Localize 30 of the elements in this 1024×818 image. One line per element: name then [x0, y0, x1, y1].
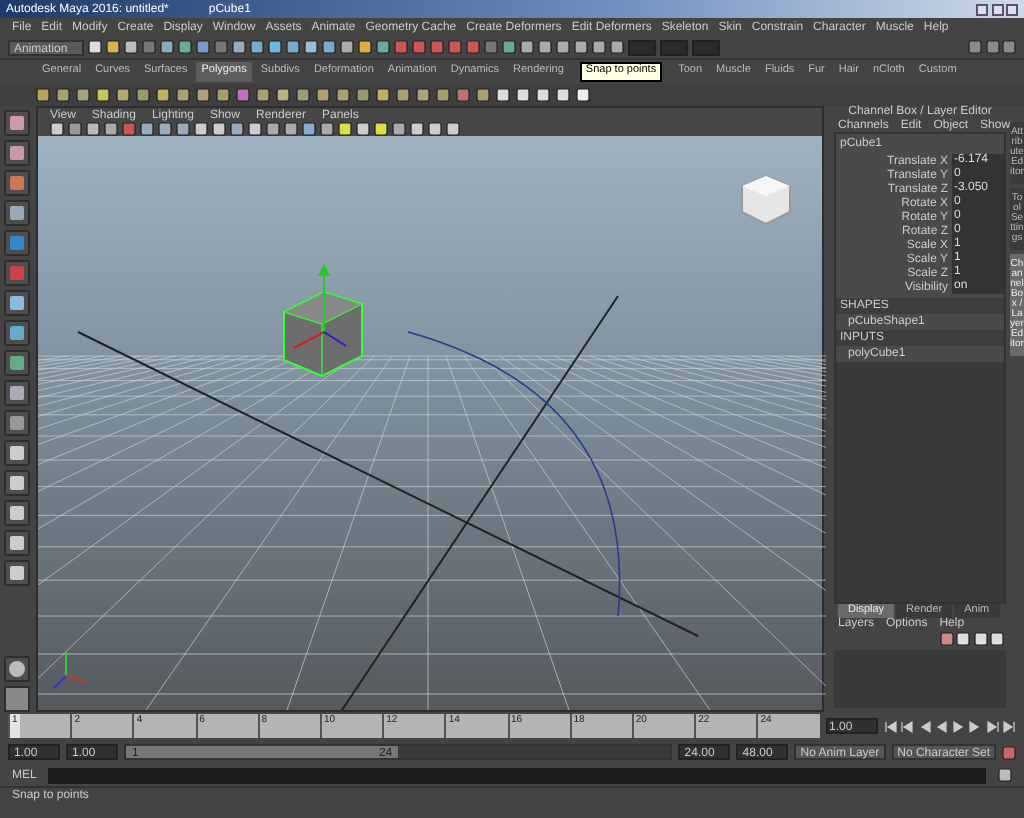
tool-icon[interactable]	[4, 500, 30, 526]
tool-icon[interactable]	[4, 230, 30, 256]
tool-icon[interactable]	[4, 140, 30, 166]
numeric-field[interactable]	[628, 39, 656, 55]
script-editor-icon[interactable]	[998, 768, 1012, 782]
tool-icon[interactable]	[4, 290, 30, 316]
tool-icon[interactable]	[4, 200, 30, 226]
numeric-field[interactable]	[660, 39, 688, 55]
preferences-icon[interactable]	[1002, 745, 1016, 759]
playback-icon[interactable]	[985, 719, 999, 733]
tool-icon[interactable]	[4, 320, 30, 346]
tool-icon[interactable]	[4, 686, 30, 712]
view-cube-icon[interactable]	[741, 174, 791, 226]
playback-icon[interactable]	[883, 719, 897, 733]
tool-icon[interactable]	[4, 656, 30, 682]
tool-icon[interactable]	[4, 110, 30, 136]
playback-icon[interactable]	[1002, 719, 1016, 733]
tool-icon[interactable]	[4, 440, 30, 466]
tool-icon[interactable]	[4, 170, 30, 196]
command-input-field[interactable]	[48, 767, 986, 783]
playback-icon[interactable]	[900, 719, 914, 733]
tool-icon[interactable]	[4, 560, 30, 586]
tool-icon[interactable]	[4, 380, 30, 406]
tool-icon[interactable]	[4, 530, 30, 556]
tool-icon[interactable]	[4, 410, 30, 436]
axis-triad-icon	[53, 651, 87, 689]
tool-icon[interactable]	[4, 470, 30, 496]
cube-drawing	[282, 264, 364, 378]
tool-icon[interactable]	[4, 350, 30, 376]
numeric-field[interactable]	[692, 39, 720, 55]
